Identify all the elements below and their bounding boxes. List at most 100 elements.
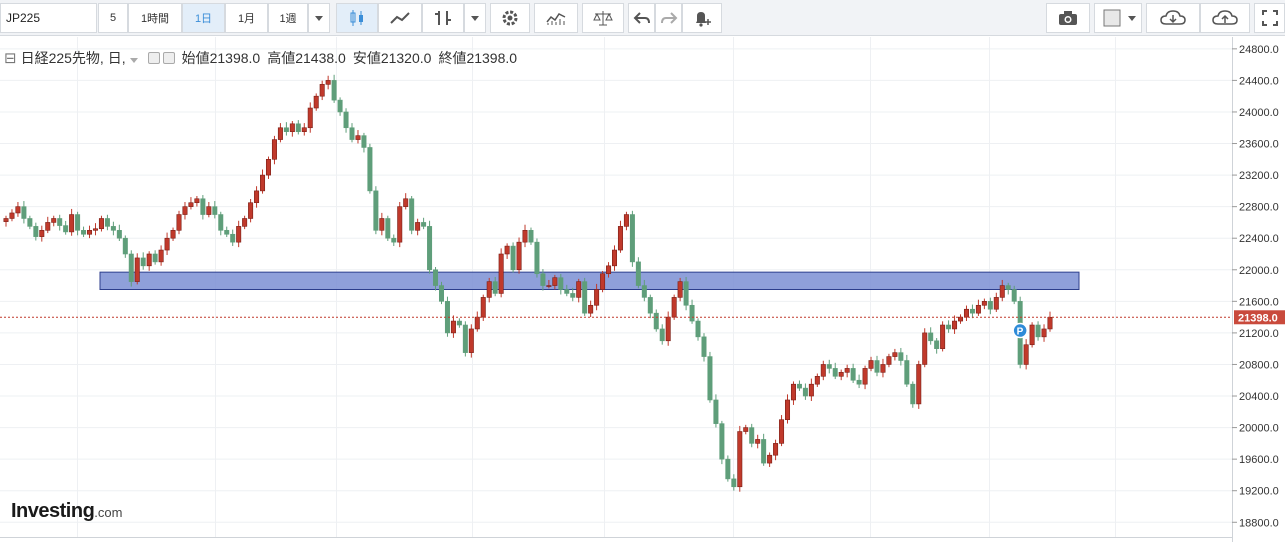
line-chart-icon (390, 12, 410, 24)
candle-body (289, 123, 295, 132)
indicators-button[interactable] (422, 3, 464, 33)
screenshot-button[interactable] (1046, 3, 1090, 33)
interval-5min-button[interactable]: 5 (98, 3, 128, 33)
candle-body (606, 265, 612, 275)
candle-body (522, 230, 528, 243)
interval-dropdown-button[interactable] (308, 3, 330, 33)
cloud-download-button[interactable] (1146, 3, 1200, 33)
candle-body (993, 297, 999, 310)
y-tick-label: 18800.0 (1239, 517, 1279, 529)
candle-body (516, 241, 522, 271)
candle-body (820, 364, 826, 377)
candle-body (397, 206, 403, 243)
candle-body (27, 218, 33, 227)
candle-body (826, 364, 832, 369)
candle-body (182, 206, 188, 215)
candle-body (534, 241, 540, 275)
candle-body (588, 304, 594, 314)
candle-body (838, 372, 844, 377)
candle-body (725, 458, 731, 480)
candle-body (707, 356, 713, 401)
y-tick-label: 20400.0 (1239, 391, 1279, 403)
symbol-input[interactable] (0, 3, 97, 33)
collapse-legend-icon[interactable]: ⊟ (4, 49, 17, 67)
candle-body (134, 257, 140, 282)
candle-body (57, 218, 63, 226)
caret-down-icon (1128, 15, 1136, 21)
alert-button[interactable] (682, 3, 722, 33)
settings-small-icon[interactable] (162, 52, 175, 64)
candle-body (796, 383, 802, 389)
candle-body (850, 368, 856, 381)
candle-body (301, 127, 307, 132)
redo-button[interactable] (655, 3, 682, 33)
marker-badge[interactable]: P (1012, 322, 1028, 339)
y-tick-label: 20000.0 (1239, 423, 1279, 435)
candle-body (594, 289, 600, 306)
candle-body (176, 214, 182, 231)
line-chart-button[interactable] (378, 3, 422, 33)
candle-body (1005, 285, 1011, 290)
fullscreen-button[interactable] (1254, 3, 1285, 33)
candle-body (814, 375, 820, 385)
candle-body (313, 95, 319, 109)
candle-body (307, 107, 313, 129)
interval-1month-button[interactable]: 1月 (225, 3, 268, 33)
y-tick-label: 22800.0 (1239, 202, 1279, 214)
candle-body (242, 218, 248, 227)
close-label: 終値 (438, 50, 467, 66)
candle-body (33, 226, 39, 237)
candles-button[interactable] (336, 3, 378, 33)
candle-body (647, 297, 653, 314)
support-zone[interactable] (99, 271, 1080, 290)
candle-body (683, 281, 689, 306)
candle-body (612, 249, 618, 267)
candle-body (427, 226, 433, 271)
candle-body (874, 360, 880, 373)
candle-body (194, 198, 200, 204)
candle-body (755, 439, 761, 444)
y-tick-label: 19200.0 (1239, 486, 1279, 498)
candle-body (9, 212, 15, 219)
candle-body (731, 478, 737, 488)
visibility-toggle-icon[interactable] (147, 52, 160, 64)
chart-type-dropdown-button[interactable] (464, 3, 486, 33)
candle-body (200, 198, 206, 215)
candle-body (110, 226, 116, 231)
studies-button[interactable] (534, 3, 578, 33)
candle-body (779, 419, 785, 444)
settings-icon (502, 10, 518, 26)
candle-body (331, 80, 337, 101)
undo-button[interactable] (628, 3, 655, 33)
candle-body (492, 281, 498, 294)
candle-body (910, 383, 916, 405)
interval-label: 5 (109, 12, 117, 24)
camera-icon (1059, 11, 1077, 25)
candle-body (158, 249, 164, 263)
candle-body (170, 230, 176, 239)
interval-1hour-button[interactable]: 1時間 (128, 3, 182, 33)
current-price-tag: 21398.0 (1234, 310, 1285, 325)
color-picker-button[interactable] (1094, 3, 1142, 33)
candle-body (98, 218, 104, 230)
candle-body (904, 360, 910, 385)
dropdown-caret-icon[interactable] (129, 50, 138, 66)
candle-body (260, 174, 266, 192)
candle-body (1023, 344, 1029, 365)
price-chart[interactable]: 24800.0 24400.0 24000.0 23600.0 23200.0 22800… (0, 37, 1285, 542)
candle-body (546, 285, 552, 287)
candle-body (564, 289, 570, 294)
y-tick-label: 22400.0 (1239, 233, 1279, 245)
candle-body (295, 123, 301, 132)
candle-body (343, 111, 349, 129)
settings-button[interactable] (490, 3, 530, 33)
candle-body (104, 218, 110, 227)
y-tick-label: 20800.0 (1239, 359, 1279, 371)
compare-button[interactable] (582, 3, 624, 33)
fullscreen-icon (1261, 10, 1278, 26)
interval-1week-button[interactable]: 1週 (268, 3, 308, 33)
interval-1day-button[interactable]: 1日 (182, 3, 225, 33)
candle-body (617, 226, 623, 251)
candle-body (248, 202, 254, 219)
cloud-upload-button[interactable] (1200, 3, 1250, 33)
